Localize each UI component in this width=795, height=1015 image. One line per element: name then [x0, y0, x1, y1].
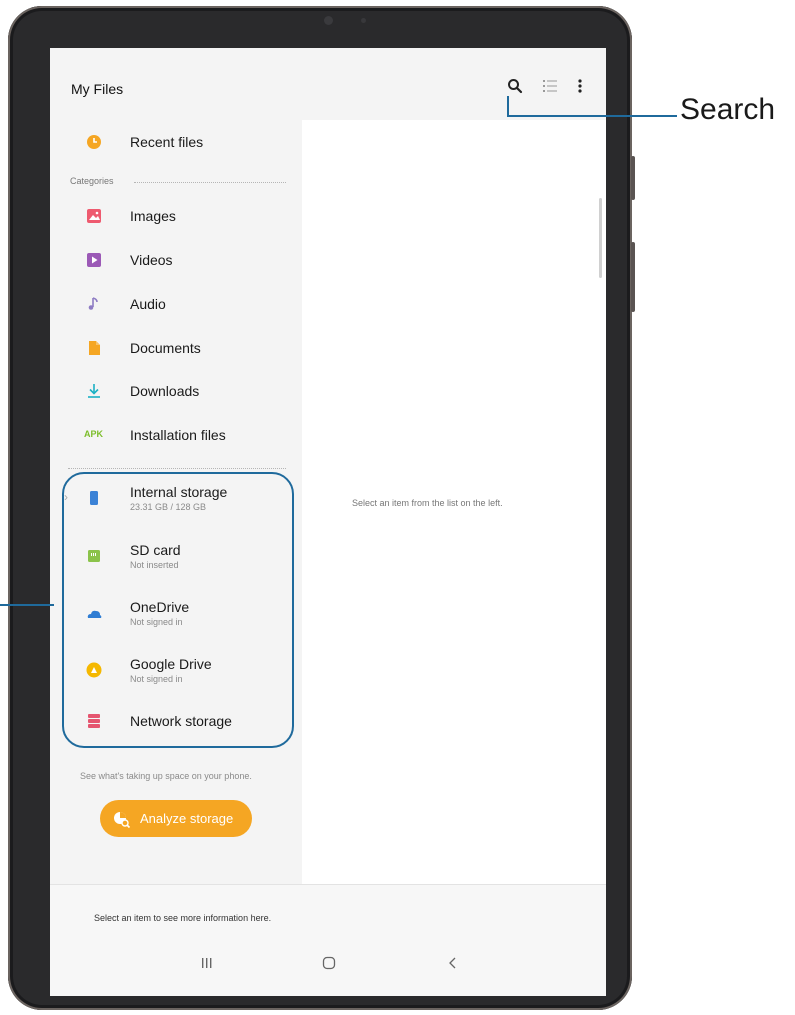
search-icon[interactable] [507, 78, 523, 99]
storage-callout-line [0, 604, 54, 606]
power-button [631, 242, 635, 312]
category-item-images[interactable]: Images [50, 196, 302, 236]
video-icon [86, 252, 102, 268]
category-item-videos[interactable]: Videos [50, 240, 302, 280]
apk-icon: APK [84, 429, 104, 439]
category-item-documents[interactable]: Documents [50, 328, 302, 368]
document-icon [86, 340, 102, 356]
analyze-storage-button[interactable]: Analyze storage [100, 800, 252, 837]
category-item-installation-files[interactable]: APK Installation files [50, 415, 302, 455]
detail-empty-message: Select an item from the list on the left… [352, 498, 503, 508]
category-label: Installation files [130, 427, 226, 443]
image-icon [86, 208, 102, 224]
category-label: Downloads [130, 383, 200, 399]
analyze-button-label: Analyze storage [140, 811, 234, 826]
search-callout-line [507, 115, 677, 117]
categories-divider [134, 182, 286, 183]
download-icon [86, 383, 102, 399]
category-item-downloads[interactable]: Downloads [50, 371, 302, 411]
analyze-hint: See what's taking up space on your phone… [80, 771, 252, 781]
info-bar-message: Select an item to see more information h… [94, 913, 272, 923]
sensor [361, 18, 366, 23]
search-callout-label: Search [680, 93, 776, 126]
storage-divider [68, 468, 286, 469]
screen: My Files Recent files Categories Images [50, 48, 606, 996]
recent-files-item[interactable]: Recent files [50, 122, 302, 162]
clock-icon [86, 134, 102, 150]
categories-heading: Categories [70, 176, 114, 186]
app-title: My Files [71, 81, 124, 97]
list-view-icon[interactable] [542, 78, 558, 99]
info-bar [50, 884, 606, 996]
front-camera [324, 16, 333, 25]
category-label: Images [130, 208, 176, 224]
search-callout-stem [507, 96, 509, 116]
category-label: Videos [130, 252, 173, 268]
analyze-icon [112, 809, 132, 832]
back-icon[interactable] [446, 956, 460, 975]
category-item-audio[interactable]: Audio [50, 284, 302, 324]
recent-files-label: Recent files [130, 134, 204, 150]
recents-icon[interactable] [200, 956, 214, 975]
music-note-icon [86, 296, 102, 312]
left-pane [50, 48, 302, 884]
home-icon[interactable] [322, 956, 336, 975]
scrollbar[interactable] [599, 198, 602, 278]
volume-button [631, 156, 635, 200]
tablet-device: My Files Recent files Categories Images [8, 6, 635, 1010]
category-label: Documents [130, 340, 201, 356]
category-label: Audio [130, 296, 166, 312]
more-options-icon[interactable] [576, 78, 584, 99]
storage-highlight-callout [62, 472, 294, 748]
